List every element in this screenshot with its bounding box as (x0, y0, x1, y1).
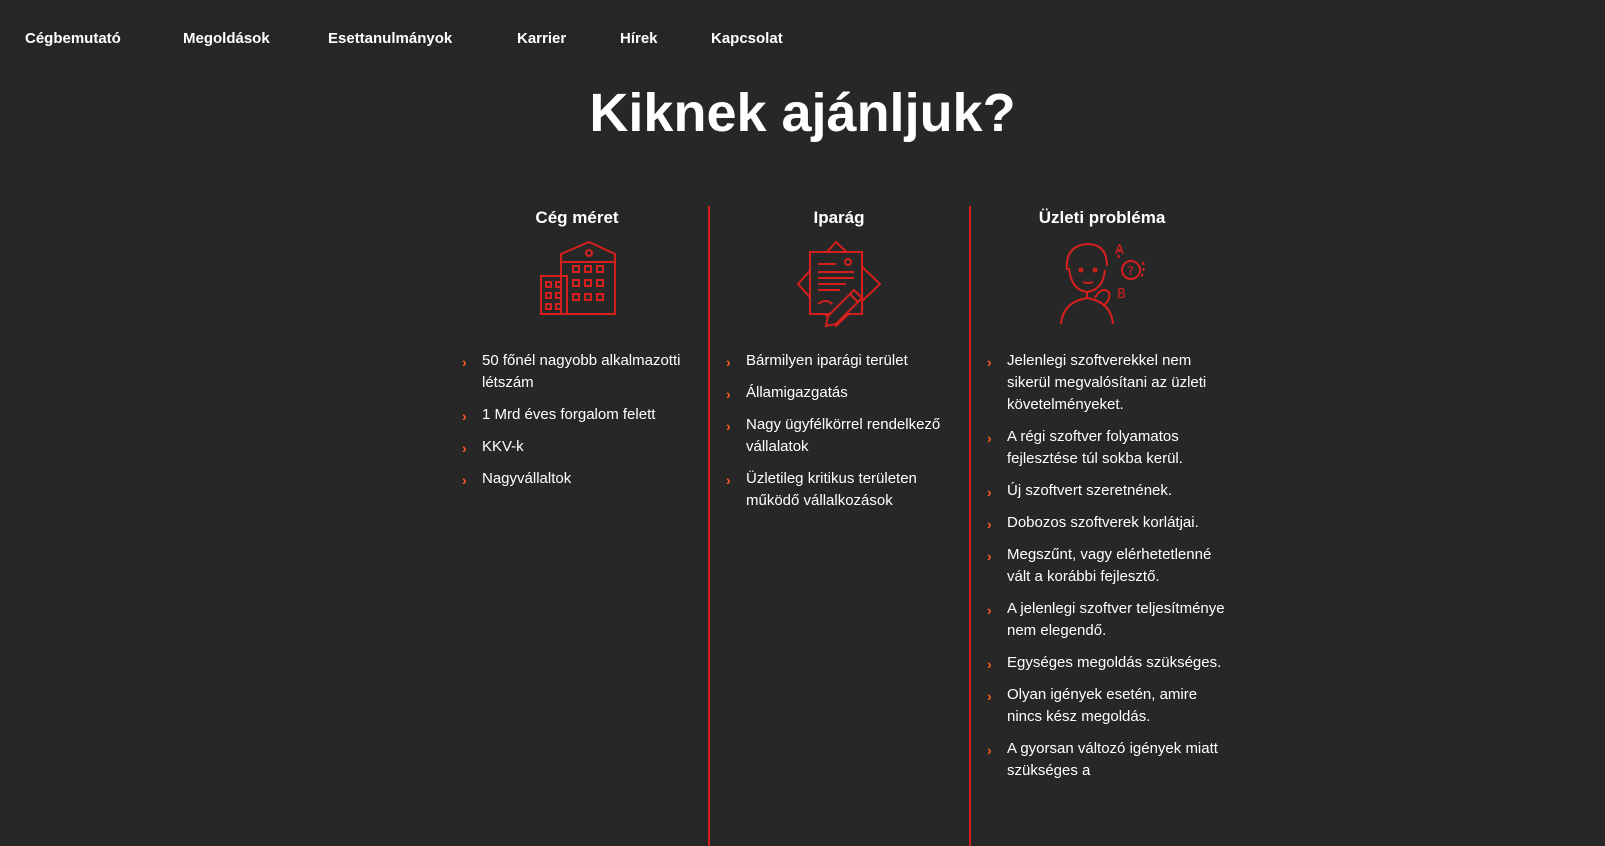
page-title: Kiknek ajánljuk? (589, 83, 1016, 143)
list-item: › 50 főnél nagyobb alkalmazotti létszám (462, 352, 681, 391)
list-item: › Üzletileg kritikus területen működő vál… (726, 470, 917, 509)
chevron-right-icon: › (987, 516, 992, 532)
list-item: › Bármilyen iparági terület (726, 350, 952, 372)
column-title: Iparág (813, 208, 865, 227)
list-item: › A jelenlegi szoftver teljesítménye nem … (987, 600, 1225, 639)
chevron-right-icon: › (462, 408, 467, 424)
list-item: › 1 Mrd éves forgalom felett (462, 404, 692, 426)
chevron-right-icon: › (987, 742, 992, 758)
column-title: Cég méret (535, 208, 619, 227)
list-item: › Új szoftvert szeretnének. (987, 480, 1227, 502)
chevron-right-icon: › (987, 602, 992, 618)
documents-pen-icon (796, 240, 882, 333)
column-divider (969, 206, 971, 846)
list-item: › Egységes megoldás szükséges. (987, 652, 1227, 674)
list: › Jelenlegi szoftverekkel nem sikerül meg… (987, 350, 1227, 792)
chevron-right-icon: › (987, 688, 992, 704)
svg-text:A: A (1115, 243, 1124, 258)
column-title: Üzleti probléma (1038, 208, 1166, 227)
svg-text:?: ? (1128, 264, 1134, 278)
list-item: › Jelenlegi szoftverekkel nem sikerül meg… (987, 352, 1207, 413)
chevron-right-icon: › (987, 430, 992, 446)
nav-item-cegbemutato[interactable]: Cégbemutató (25, 30, 121, 47)
nav-item-esettanulmanyok[interactable]: Esettanulmányok (328, 30, 452, 47)
list: › Bármilyen iparági terület › Államigazgat… (726, 350, 952, 522)
list-item: › KKV-k (462, 436, 692, 458)
chevron-right-icon: › (987, 656, 992, 672)
chevron-right-icon: › (726, 418, 731, 434)
office-building-icon (539, 240, 617, 321)
chevron-right-icon: › (462, 440, 467, 456)
chevron-right-icon: › (987, 548, 992, 564)
nav-item-hirek[interactable]: Hírek (620, 30, 658, 47)
chevron-right-icon: › (987, 484, 992, 500)
thinking-person-icon: ? A B (1057, 240, 1147, 329)
nav-item-megoldasok[interactable]: Megoldások (183, 30, 270, 47)
list-item: › A gyorsan változó igények miatt szükség… (987, 740, 1218, 779)
list: › 50 főnél nagyobb alkalmazotti létszám ›… (462, 350, 692, 500)
chevron-right-icon: › (726, 472, 731, 488)
column-divider (708, 206, 710, 846)
chevron-right-icon: › (726, 386, 731, 402)
nav-item-kapcsolat[interactable]: Kapcsolat (711, 30, 783, 47)
list-item: › Megszűnt, vagy elérhetetlenné vált a ko… (987, 546, 1212, 585)
list-item: › Dobozos szoftverek korlátjai. (987, 512, 1227, 534)
nav-item-karrier[interactable]: Karrier (517, 30, 566, 47)
list-item: › Államigazgatás (726, 382, 952, 404)
list-item: › A régi szoftver folyamatos fejlesztése … (987, 428, 1183, 467)
svg-text:B: B (1117, 287, 1126, 302)
chevron-right-icon: › (987, 354, 992, 370)
chevron-right-icon: › (462, 472, 467, 488)
list-item: › Nagyvállaltok (462, 468, 692, 490)
list-item: › Olyan igények esetén, amire nincs kész … (987, 686, 1198, 725)
chevron-right-icon: › (726, 354, 731, 370)
chevron-right-icon: › (462, 354, 467, 370)
top-navigation: Cégbemutató Megoldások Esettanulmányok K… (0, 0, 1605, 78)
list-item: › Nagy ügyfélkörrel rendelkező vállalatok (726, 416, 941, 455)
